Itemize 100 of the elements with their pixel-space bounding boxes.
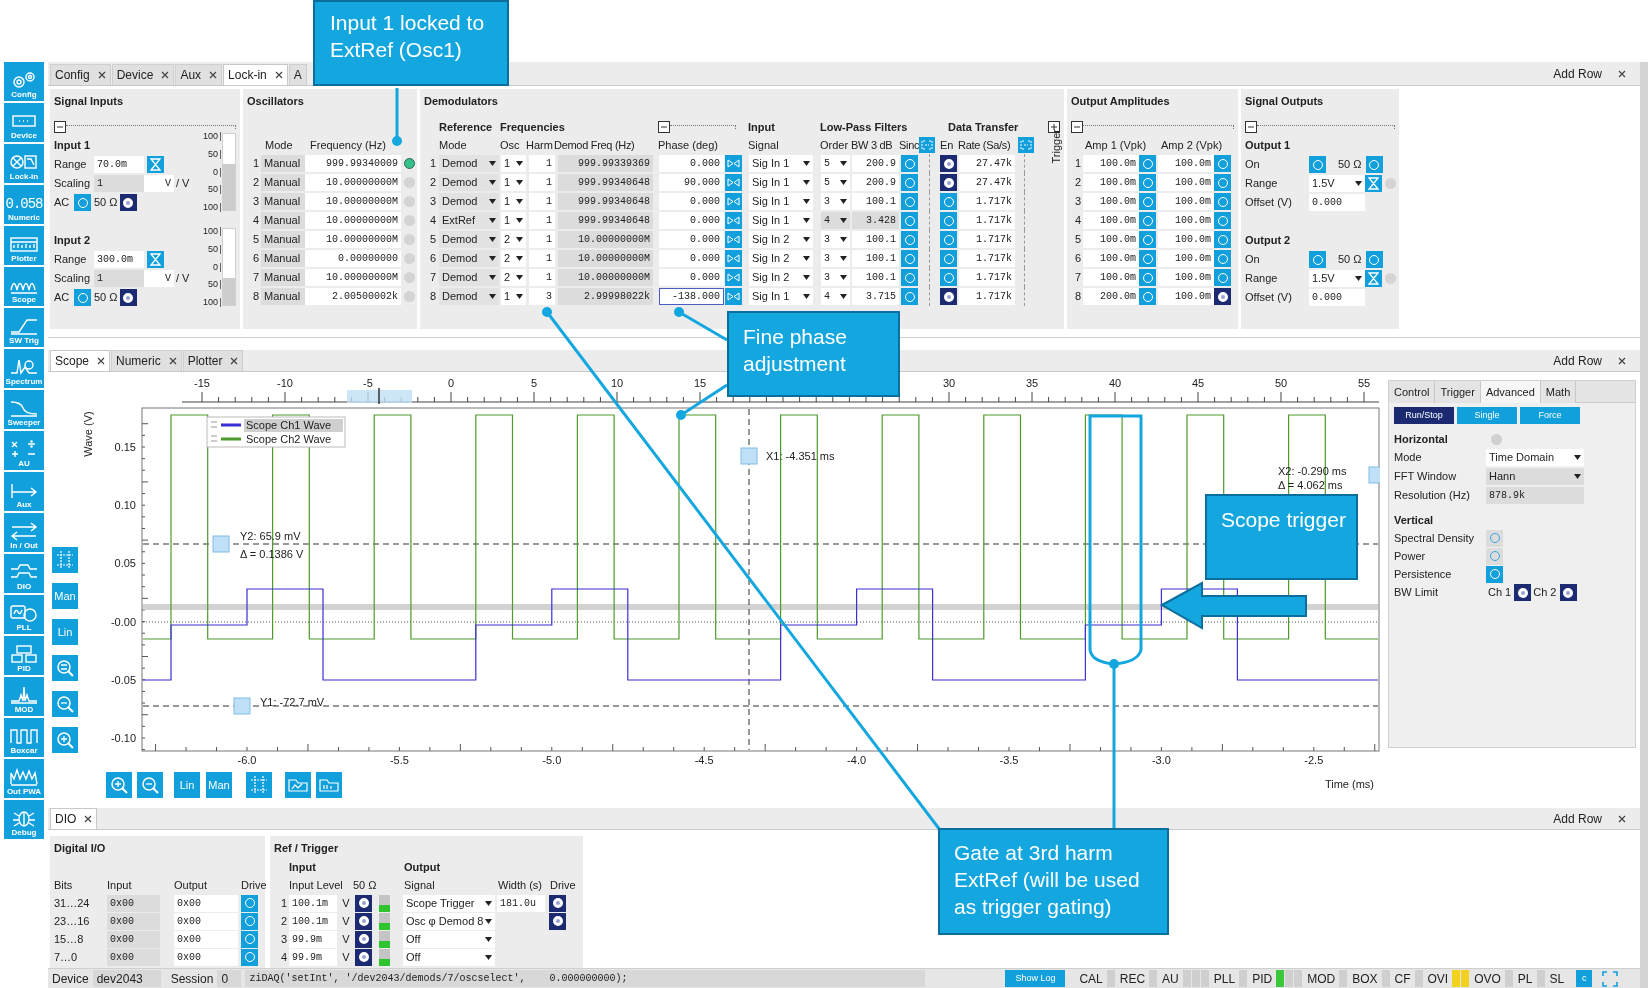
input-field[interactable]: 0.000 — [1309, 289, 1365, 306]
toggle-button[interactable] — [940, 269, 957, 286]
toggle-button[interactable] — [1139, 174, 1156, 191]
toggle-button[interactable] — [355, 930, 372, 948]
input-field[interactable]: 1.717k — [959, 231, 1015, 248]
input-field[interactable]: 0.00000000 — [305, 250, 401, 267]
input-field[interactable]: 100.0m — [1083, 231, 1139, 248]
input-field[interactable]: 3.715 — [852, 288, 899, 305]
toggle-button[interactable] — [940, 193, 957, 210]
input-field[interactable]: 1.717k — [959, 193, 1015, 210]
input-field[interactable]: 1.717k — [959, 288, 1015, 305]
input-field[interactable]: 10.00000000M — [305, 174, 401, 191]
dropdown[interactable]: Demod — [439, 174, 499, 191]
input-field[interactable]: 1.717k — [959, 212, 1015, 229]
input-field[interactable]: 1 — [529, 212, 555, 229]
dropdown[interactable]: Sig In 2 — [749, 269, 813, 286]
dropdown[interactable]: 2 — [501, 231, 526, 248]
input-field[interactable]: 100.0m — [1158, 193, 1214, 210]
phase-zero-button[interactable] — [725, 231, 742, 248]
dropdown[interactable]: Sig In 2 — [749, 231, 813, 248]
dropdown[interactable]: 1 — [501, 288, 526, 305]
dropdown[interactable]: 5 — [821, 155, 850, 172]
tab[interactable]: Plotter — [182, 350, 244, 371]
input-field[interactable]: 100.0m — [1083, 155, 1139, 172]
tab[interactable]: Advanced — [1480, 381, 1541, 403]
toggle-button[interactable] — [355, 912, 372, 930]
tab[interactable]: Device — [111, 64, 175, 85]
input-field[interactable]: 200.9 — [852, 155, 899, 172]
auto-range-button[interactable] — [147, 156, 164, 173]
dropdown[interactable]: Demod — [439, 288, 499, 305]
dropdown[interactable]: Time Domain — [1486, 449, 1584, 466]
toggle-button[interactable] — [1139, 155, 1156, 172]
dropdown[interactable]: Sig In 1 — [749, 288, 813, 305]
input-field[interactable]: 100.0m — [1083, 193, 1139, 210]
input-field[interactable]: 100.0m — [1158, 288, 1214, 305]
input-field[interactable]: 100.1 — [852, 231, 899, 248]
toggle-button[interactable] — [74, 289, 91, 306]
toggle-button[interactable] — [1365, 156, 1383, 173]
input-field[interactable]: 0.000 — [659, 212, 724, 229]
input-field[interactable]: 10.00000000M — [305, 193, 401, 210]
input-field[interactable]: 3 — [529, 288, 555, 305]
dropdown[interactable]: ExtRef — [439, 212, 499, 229]
toggle-button[interactable] — [74, 194, 91, 211]
tab[interactable]: Aux — [175, 64, 223, 85]
tab[interactable]: Math — [1540, 381, 1577, 403]
input-field[interactable]: 100.0m — [1158, 212, 1214, 229]
input-field[interactable]: 2.00500002k — [305, 288, 401, 305]
add-row-button[interactable]: Add Row — [1553, 809, 1602, 828]
toggle-button[interactable] — [549, 912, 566, 930]
input-field[interactable]: 100.0m — [1158, 174, 1214, 191]
tab[interactable]: A — [288, 64, 307, 85]
dropdown[interactable]: 4 — [821, 288, 850, 305]
input-field[interactable]: V — [144, 175, 174, 192]
input-field[interactable]: 100.1 — [852, 250, 899, 267]
toggle-button[interactable] — [241, 894, 258, 912]
input-field[interactable]: 0.000 — [659, 269, 724, 286]
link-toggle-button[interactable] — [1018, 137, 1034, 153]
input-field[interactable]: 1 — [529, 250, 555, 267]
dropdown[interactable]: 3 — [821, 269, 850, 286]
toggle-button[interactable] — [1514, 584, 1532, 601]
tab[interactable]: Control — [1389, 381, 1436, 403]
input-field[interactable]: 100.0m — [1158, 155, 1214, 172]
link-toggle-button[interactable] — [919, 137, 935, 153]
export-button[interactable] — [316, 772, 342, 798]
input-field[interactable]: 0.000 — [1309, 194, 1365, 211]
input-field[interactable]: 1 — [529, 155, 555, 172]
toggle-button[interactable] — [940, 155, 957, 172]
input-field[interactable]: 27.47k — [959, 174, 1015, 191]
toggle-button[interactable] — [901, 212, 918, 229]
phase-zero-button[interactable] — [725, 212, 742, 229]
toggle-button[interactable] — [355, 894, 372, 912]
toggle-button[interactable] — [119, 289, 137, 306]
dropdown[interactable]: 3 — [821, 231, 850, 248]
toggle-button[interactable] — [1214, 174, 1231, 191]
toggle-button[interactable] — [1214, 250, 1231, 267]
dropdown[interactable]: 1 — [501, 212, 526, 229]
input-field[interactable]: 0x00 — [174, 912, 238, 930]
toggle-button[interactable] — [940, 250, 957, 267]
dropdown[interactable]: 1 — [501, 155, 526, 172]
dropdown[interactable]: 2 — [501, 269, 526, 286]
dropdown[interactable]: 1 — [501, 193, 526, 210]
input-field[interactable]: 0.000 — [659, 250, 724, 267]
drag-handle-icon[interactable] — [210, 435, 218, 442]
dropdown[interactable]: Demod — [439, 269, 499, 286]
toggle-button[interactable] — [241, 930, 258, 948]
dropdown[interactable]: Sig In 1 — [749, 193, 813, 210]
input-field[interactable]: 70.0m — [94, 156, 144, 173]
dropdown[interactable]: Scope Trigger — [403, 894, 495, 912]
toggle-button[interactable] — [1309, 251, 1326, 268]
dropdown[interactable]: Demod — [439, 231, 499, 248]
export-button[interactable] — [285, 772, 311, 798]
input-field[interactable]: 1 — [529, 193, 555, 210]
toggle-button[interactable] — [1139, 250, 1156, 267]
tab[interactable]: DIO — [50, 808, 98, 829]
dropdown[interactable]: 5 — [821, 174, 850, 191]
dropdown[interactable]: Sig In 1 — [749, 155, 813, 172]
zoom-out-button[interactable] — [137, 772, 163, 798]
dropdown[interactable]: 3 — [821, 193, 850, 210]
zoom-window[interactable] — [347, 390, 412, 403]
tab[interactable]: Scope — [50, 350, 111, 371]
